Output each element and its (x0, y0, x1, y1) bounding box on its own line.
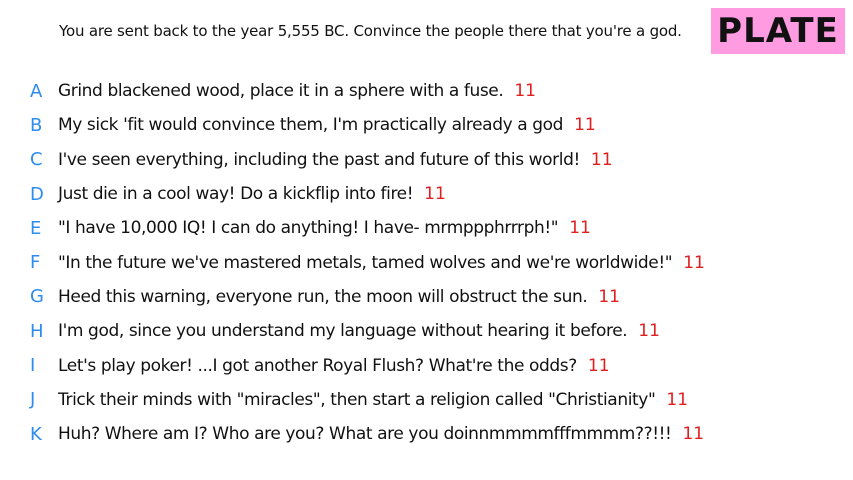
option-text: "In the future we've mastered metals, ta… (58, 252, 673, 273)
option-text: Heed this warning, everyone run, the moo… (58, 286, 588, 307)
option-text: I've seen everything, including the past… (58, 149, 580, 170)
option-text: I'm god, since you understand my languag… (58, 321, 628, 342)
option-score: 11 (683, 252, 705, 273)
answer-option-g[interactable]: G Heed this warning, everyone run, the m… (30, 280, 705, 314)
option-score: 11 (587, 355, 610, 376)
option-score: 11 (590, 149, 613, 170)
page: You are sent back to the year 5,555 BC. … (0, 0, 853, 480)
question-prompt: You are sent back to the year 5,555 BC. … (59, 22, 682, 40)
option-letter: K (30, 423, 42, 445)
answer-option-j[interactable]: J Trick their minds with "miracles", the… (30, 383, 705, 417)
option-letter: I (30, 355, 36, 377)
answer-option-k[interactable]: K Huh? Where am I? Who are you? What are… (30, 417, 705, 451)
option-score: 11 (638, 321, 660, 342)
option-letter: F (30, 252, 41, 274)
answer-list: A Grind blackened wood, place it in a sp… (30, 74, 705, 451)
option-text: Let's play poker! ...I got another Royal… (58, 355, 577, 376)
option-letter: G (30, 286, 44, 308)
option-letter: J (30, 389, 36, 411)
option-score: 11 (682, 424, 705, 445)
option-score: 11 (569, 218, 591, 239)
option-text: Trick their minds with "miracles", then … (58, 389, 656, 410)
option-score: 11 (598, 286, 620, 307)
answer-option-f[interactable]: F "In the future we've mastered metals, … (30, 245, 705, 279)
option-letter: A (30, 80, 43, 102)
option-letter: D (30, 183, 44, 205)
option-text: "I have 10,000 IQ! I can do anything! I … (58, 218, 559, 239)
option-score: 11 (424, 184, 446, 205)
answer-option-c[interactable]: C I've seen everything, including the pa… (30, 143, 705, 177)
option-text: Just die in a cool way! Do a kickflip in… (58, 184, 414, 205)
answer-option-b[interactable]: B My sick 'fit would convince them, I'm … (30, 108, 705, 142)
answer-option-i[interactable]: I Let's play poker! ...I got another Roy… (30, 348, 705, 382)
plate-badge: PLATE (711, 8, 845, 54)
option-score: 11 (574, 115, 596, 136)
option-letter: B (30, 114, 43, 136)
option-letter: H (30, 320, 44, 342)
answer-option-a[interactable]: A Grind blackened wood, place it in a sp… (30, 74, 705, 108)
plate-badge-label: PLATE (717, 11, 839, 51)
option-letter: E (30, 217, 42, 239)
answer-option-e[interactable]: E "I have 10,000 IQ! I can do anything! … (30, 211, 705, 245)
option-text: Grind blackened wood, place it in a sphe… (58, 81, 504, 102)
answer-option-h[interactable]: H I'm god, since you understand my langu… (30, 314, 705, 348)
option-letter: C (30, 149, 43, 171)
option-score: 11 (666, 389, 689, 410)
option-text: My sick 'fit would convince them, I'm pr… (58, 115, 564, 136)
option-text: Huh? Where am I? Who are you? What are y… (58, 424, 672, 445)
answer-option-d[interactable]: D Just die in a cool way! Do a kickflip … (30, 177, 705, 211)
option-score: 11 (514, 81, 536, 102)
